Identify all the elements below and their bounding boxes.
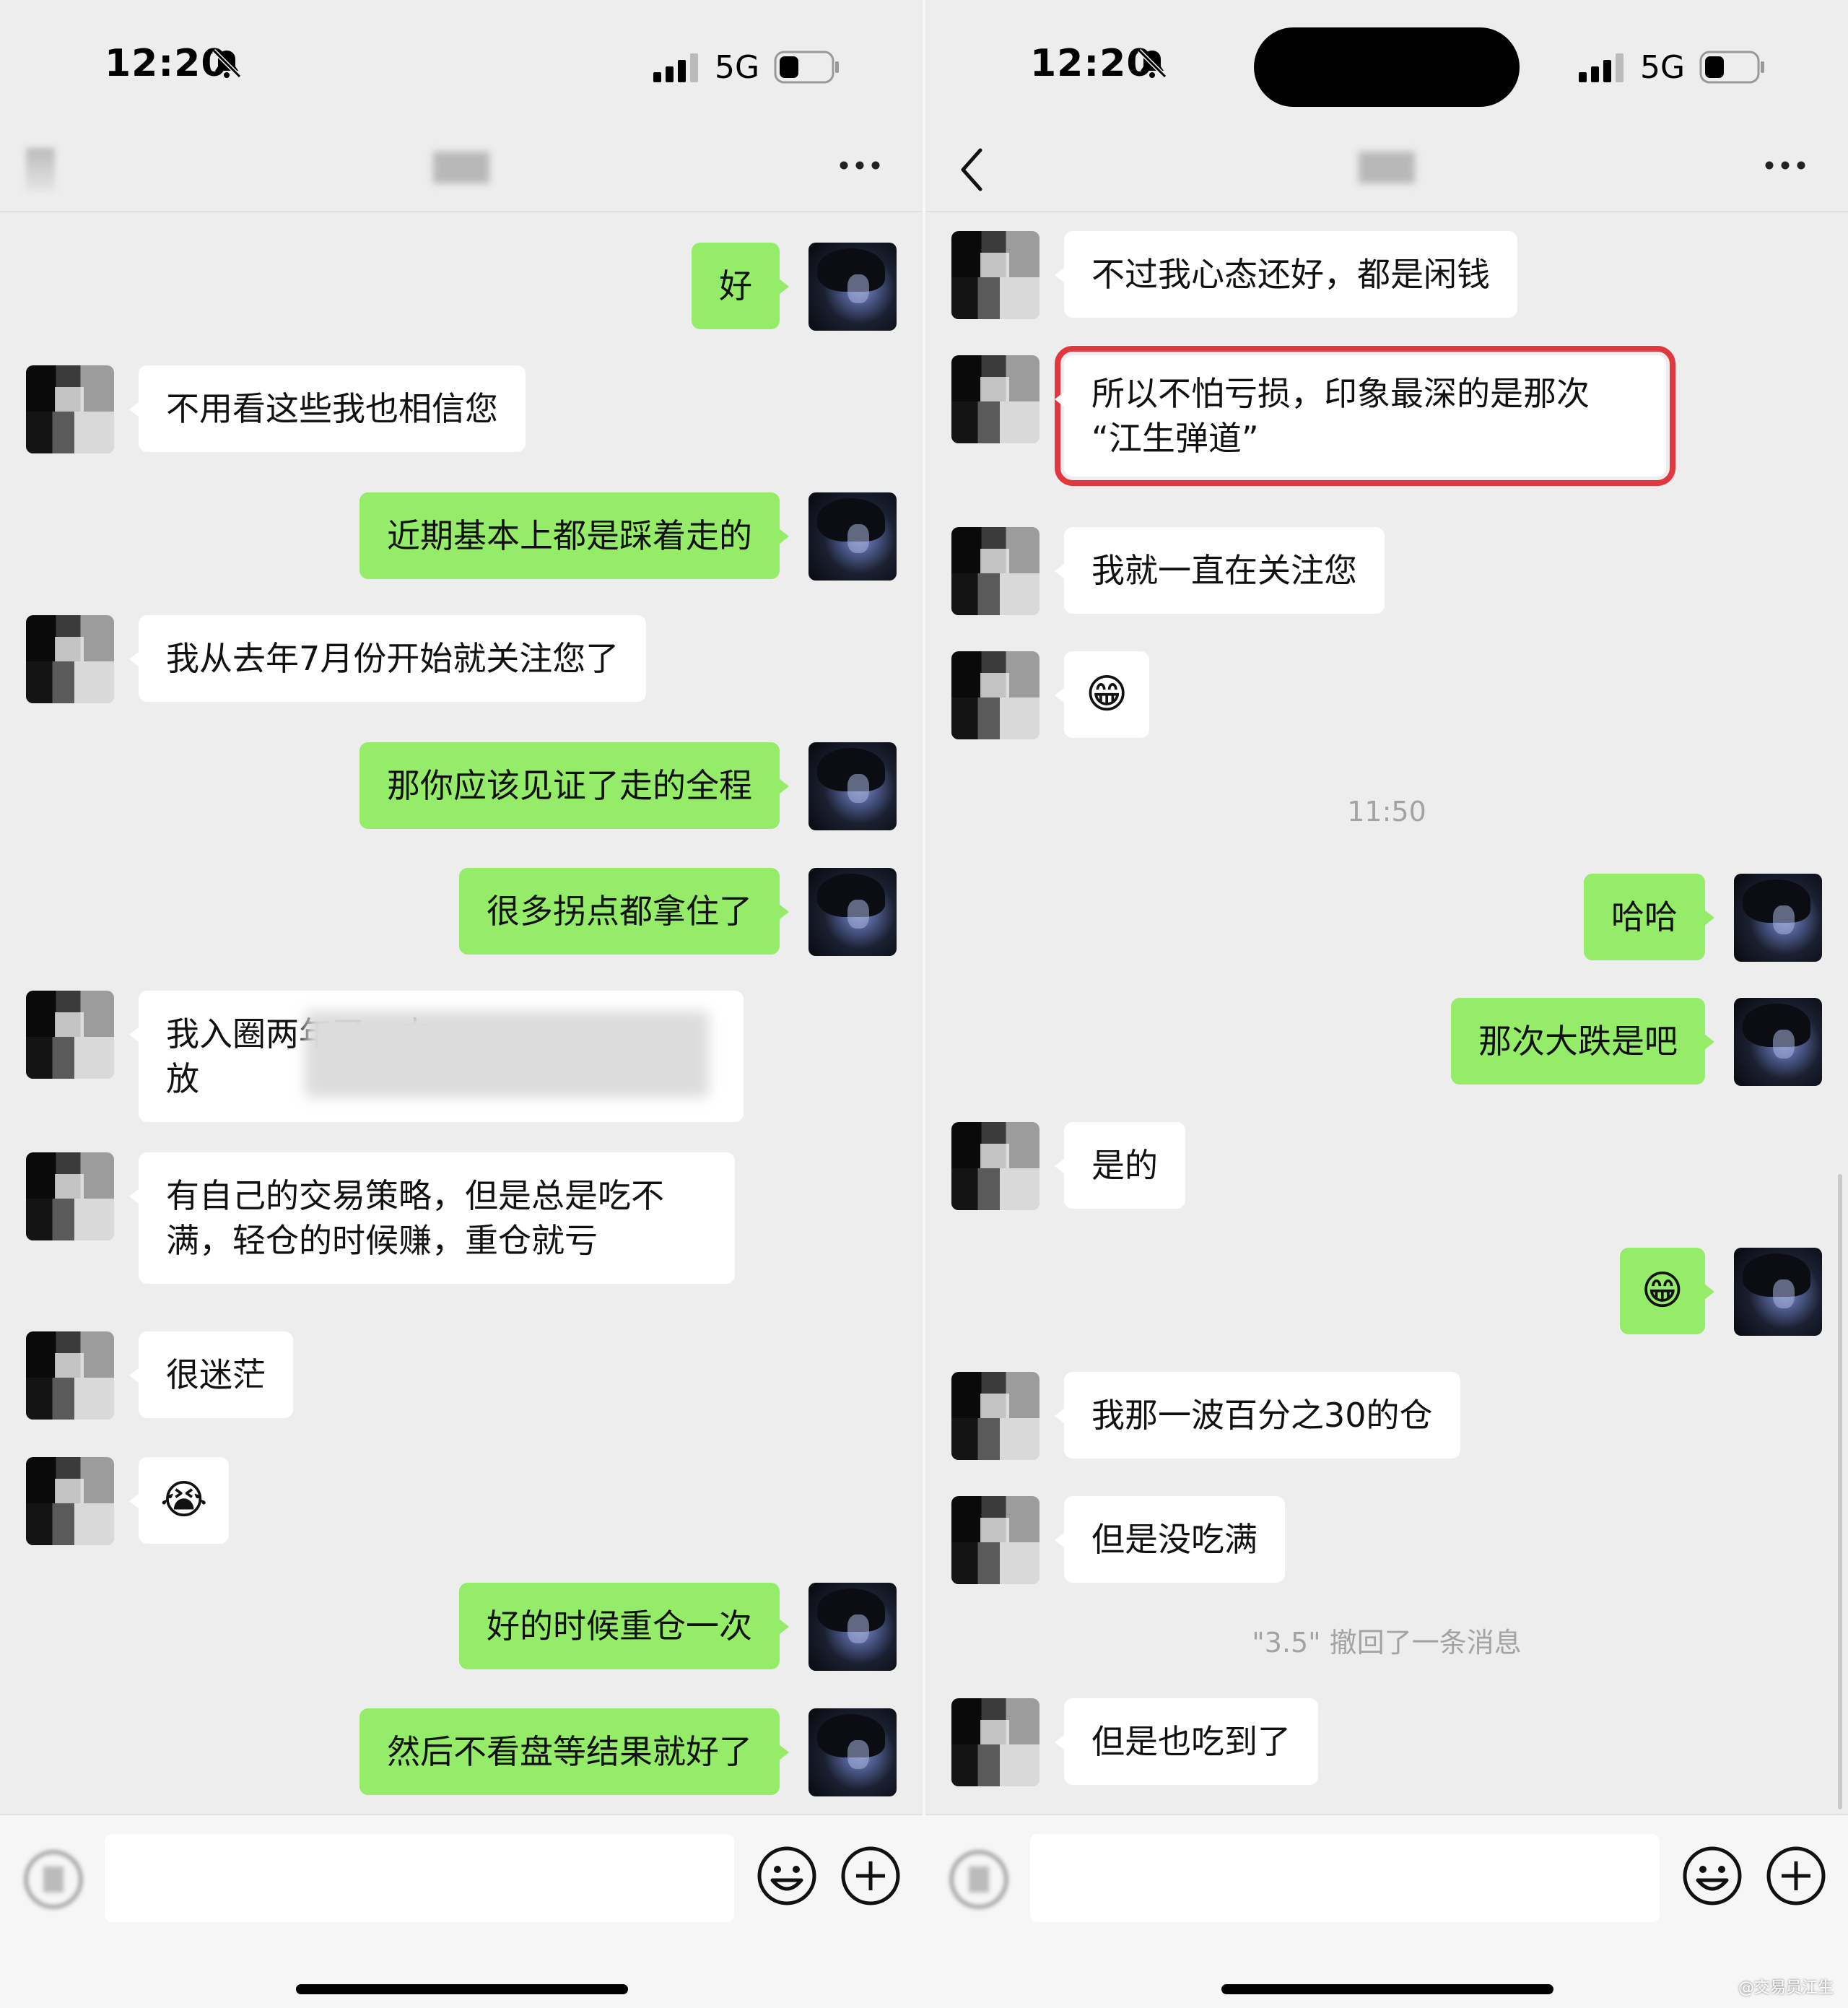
message-bubble[interactable]: 我就一直在关注您 xyxy=(1055,527,1385,614)
chat-nav-bar xyxy=(925,137,1848,212)
grinning-emoji-message[interactable]: 😁 xyxy=(1054,651,1150,738)
message-bubble[interactable]: 我从去年7月份开始就关注您了 xyxy=(128,615,647,702)
message-bubble[interactable]: 那你应该见证了走的全程 xyxy=(359,742,789,829)
emoji-icon[interactable] xyxy=(757,1846,817,1906)
message-bubble[interactable]: 很迷茫 xyxy=(129,1331,293,1418)
network-type: 5G xyxy=(715,49,760,86)
input-bar xyxy=(0,1814,923,2008)
blurred-region xyxy=(305,1011,709,1098)
message-bubble[interactable]: 是的 xyxy=(1055,1122,1185,1209)
status-time: 12:20 xyxy=(1030,42,1154,85)
mute-bell-icon xyxy=(212,48,242,79)
contact-avatar[interactable] xyxy=(26,1152,114,1240)
message-bubble[interactable]: 不过我心态还好，都是闲钱 xyxy=(1055,231,1517,318)
message-bubble[interactable]: 有自己的交易策略，但是总是吃不满，轻仓的时候赚，重仓就亏 xyxy=(129,1152,735,1284)
message-bubble[interactable]: 好 xyxy=(692,243,789,329)
self-avatar[interactable] xyxy=(808,1583,897,1671)
back-button-blurred[interactable] xyxy=(26,148,55,191)
network-type: 5G xyxy=(1640,49,1686,86)
message-bubble[interactable]: 近期基本上都是踩着走的 xyxy=(359,492,789,579)
scrollbar[interactable] xyxy=(1838,1174,1842,1809)
watermark: @交易员江生 xyxy=(1738,1979,1834,1997)
message-bubble[interactable]: 哈哈 xyxy=(1584,874,1714,960)
message-line: 所以不怕亏损，印象最深的是那次 xyxy=(1091,374,1590,413)
mute-bell-icon xyxy=(1137,48,1167,79)
more-options-icon[interactable] xyxy=(839,158,881,173)
message-bubble[interactable]: 我那一波百分之30的仓 xyxy=(1055,1372,1460,1459)
message-input[interactable] xyxy=(105,1834,734,1922)
status-bar: 12:20 5G xyxy=(925,0,1848,137)
contact-avatar[interactable] xyxy=(951,231,1040,319)
cellular-signal-icon xyxy=(653,53,698,82)
status-time: 12:20 xyxy=(105,42,228,85)
message-bubble[interactable]: 但是没吃满 xyxy=(1055,1496,1285,1583)
message-bubble[interactable]: 很多拐点都拿住了 xyxy=(459,868,789,955)
self-avatar[interactable] xyxy=(808,492,897,581)
input-bar: @交易员江生 xyxy=(925,1814,1848,2008)
recall-notice: "3.5" 撤回了一条消息 xyxy=(1252,1627,1522,1659)
right-chat-screen: 12:20 5G 不过我心态还好，都是闲钱 所以不怕亏损，印象最深的是那次 “江… xyxy=(925,0,1848,2008)
contact-avatar[interactable] xyxy=(951,1496,1040,1584)
chat-nav-bar xyxy=(0,137,923,212)
home-indicator[interactable] xyxy=(296,1984,628,1994)
plus-icon[interactable] xyxy=(1766,1846,1826,1906)
contact-avatar[interactable] xyxy=(951,1122,1040,1210)
home-indicator[interactable] xyxy=(1221,1984,1553,1994)
grinning-emoji-message[interactable]: 😁 xyxy=(1619,1248,1715,1334)
self-avatar[interactable] xyxy=(808,868,897,956)
self-avatar[interactable] xyxy=(808,243,897,331)
cellular-signal-icon xyxy=(1579,53,1623,82)
contact-avatar[interactable] xyxy=(951,1372,1040,1460)
highlighted-message-bubble[interactable]: 所以不怕亏损，印象最深的是那次 “江生弹道” xyxy=(1055,346,1675,486)
contact-avatar[interactable] xyxy=(951,651,1040,739)
emoji-icon[interactable] xyxy=(1682,1846,1743,1906)
battery-icon xyxy=(774,51,839,84)
contact-avatar[interactable] xyxy=(26,991,114,1079)
left-chat-screen: 12:20 5G 好 不用看这些我也相信您 近期基本上都是踩着走的 我从去年7月… xyxy=(0,0,923,2008)
timestamp-label: 11:50 xyxy=(1347,796,1426,827)
message-list[interactable]: 好 不用看这些我也相信您 近期基本上都是踩着走的 我从去年7月份开始就关注您了 … xyxy=(0,214,923,1814)
self-avatar[interactable] xyxy=(1734,874,1822,962)
voice-icon[interactable] xyxy=(22,1848,85,1911)
self-avatar[interactable] xyxy=(1734,998,1822,1086)
voice-icon[interactable] xyxy=(947,1848,1011,1911)
self-avatar[interactable] xyxy=(808,742,897,830)
message-bubble[interactable]: 好的时候重仓一次 xyxy=(459,1583,789,1669)
message-bubble[interactable]: 但是也吃到了 xyxy=(1055,1698,1318,1785)
message-bubble[interactable]: 不用看这些我也相信您 xyxy=(129,365,526,452)
dynamic-island xyxy=(1254,27,1520,107)
crying-emoji-message[interactable]: 😭 xyxy=(128,1457,230,1544)
message-list[interactable]: 不过我心态还好，都是闲钱 所以不怕亏损，印象最深的是那次 “江生弹道” 我就一直… xyxy=(925,214,1848,1814)
chat-title-blurred xyxy=(1359,152,1415,183)
self-avatar[interactable] xyxy=(1734,1248,1822,1336)
self-avatar[interactable] xyxy=(808,1708,897,1796)
chat-title-blurred xyxy=(433,152,489,183)
contact-avatar[interactable] xyxy=(26,1331,114,1420)
plus-icon[interactable] xyxy=(840,1846,901,1906)
back-chevron-icon[interactable] xyxy=(954,144,990,195)
message-bubble[interactable]: 那次大跌是吧 xyxy=(1451,998,1714,1085)
contact-avatar[interactable] xyxy=(951,355,1040,443)
message-input[interactable] xyxy=(1030,1834,1660,1922)
contact-avatar[interactable] xyxy=(951,1698,1040,1786)
message-bubble-partially-blurred[interactable]: 我入圈两年了，中 放 xyxy=(129,991,744,1122)
contact-avatar[interactable] xyxy=(26,365,114,453)
battery-icon xyxy=(1699,51,1764,84)
more-options-icon[interactable] xyxy=(1764,158,1806,173)
contact-avatar[interactable] xyxy=(951,527,1040,615)
contact-avatar[interactable] xyxy=(26,1457,114,1545)
status-bar: 12:20 5G xyxy=(0,0,923,137)
message-line: “江生弹道” xyxy=(1091,419,1259,458)
message-bubble[interactable]: 然后不看盘等结果就好了 xyxy=(359,1708,789,1795)
contact-avatar[interactable] xyxy=(26,615,114,703)
